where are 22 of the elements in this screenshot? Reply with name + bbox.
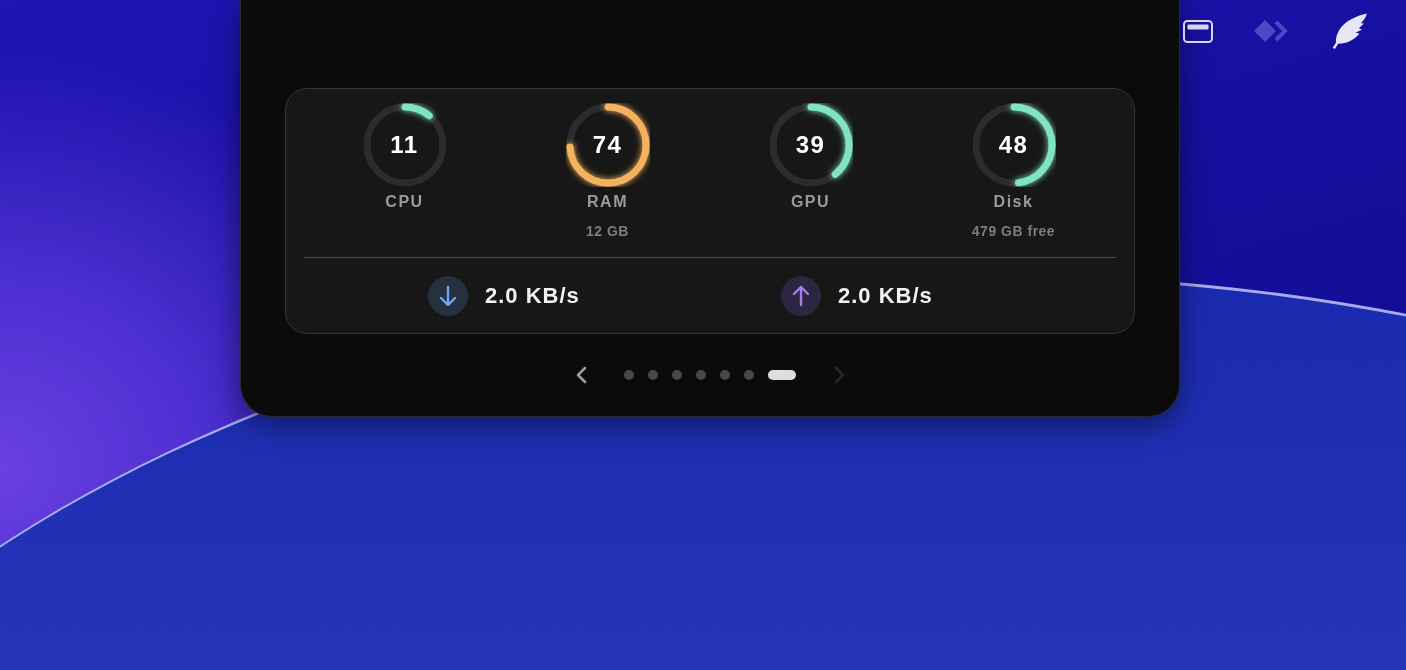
gauge-label: Disk: [993, 192, 1034, 212]
page-dot[interactable]: [719, 370, 730, 380]
gauge-detail: 12 GB: [586, 222, 629, 240]
diamond-chevron-icon[interactable]: [1253, 19, 1290, 43]
chevron-right-icon: [832, 366, 847, 384]
gauge-value: 11: [390, 131, 419, 159]
transfer-rate: 2.0 KB/s: [485, 282, 580, 309]
transfer-rate: 2.0 KB/s: [838, 282, 933, 309]
gauge-label: CPU: [385, 192, 424, 212]
gauge-value: 39: [795, 131, 826, 159]
window-icon[interactable]: [1183, 19, 1213, 43]
feather-icon[interactable]: [1330, 13, 1368, 49]
page-dot[interactable]: [623, 370, 634, 380]
page-dot[interactable]: [671, 370, 682, 380]
page-dot[interactable]: [695, 370, 706, 380]
gauge-label: RAM: [587, 192, 628, 212]
gauge-value: 48: [998, 131, 1029, 159]
gauge-value: 74: [592, 131, 623, 159]
page-dot[interactable]: [647, 370, 658, 380]
page-dot[interactable]: [743, 370, 754, 380]
gauge-label: GPU: [790, 192, 831, 212]
gauge-detail: 479 GB free: [971, 222, 1056, 240]
